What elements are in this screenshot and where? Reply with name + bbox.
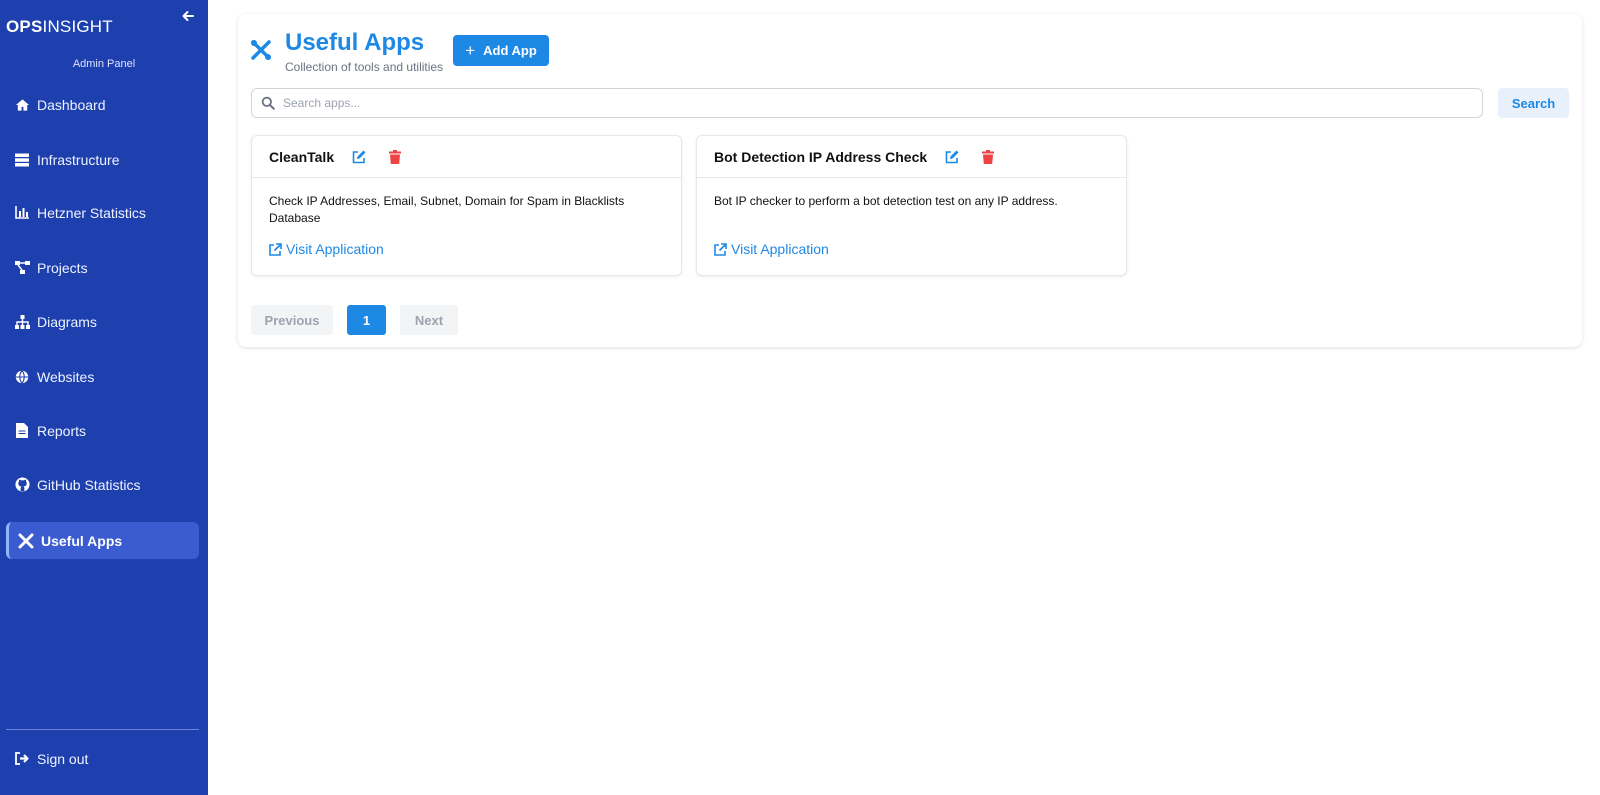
add-app-label: Add App: [483, 43, 537, 58]
search-box: [251, 88, 1483, 118]
visit-application-label: Visit Application: [731, 241, 829, 257]
bar-chart-icon: [14, 205, 30, 221]
sidebar-item-useful-apps[interactable]: Useful Apps: [6, 522, 199, 559]
sidebar-item-label: Infrastructure: [37, 151, 120, 168]
app-card: CleanTalk Check IP Addresses, Email, Sub…: [251, 135, 682, 276]
visit-application-link[interactable]: Visit Application: [269, 241, 384, 257]
app-card-description: Bot IP checker to perform a bot detectio…: [714, 194, 1058, 208]
external-link-icon: [269, 242, 282, 256]
sidebar-item-dashboard[interactable]: Dashboard: [6, 86, 199, 123]
external-link-icon: [714, 242, 727, 256]
sitemap-icon: [14, 314, 30, 330]
sidebar-item-hetzner-statistics[interactable]: Hetzner Statistics: [6, 194, 199, 231]
sidebar-item-label: Reports: [37, 422, 87, 439]
page-subtitle: Collection of tools and utilities: [285, 60, 444, 74]
search-icon: [261, 96, 275, 110]
tools-icon: [251, 40, 271, 60]
signout-button[interactable]: Sign out: [6, 740, 199, 777]
visit-application-label: Visit Application: [286, 241, 384, 257]
signout-label: Sign out: [37, 750, 89, 767]
page-number-button[interactable]: 1: [347, 305, 386, 335]
server-icon: [14, 152, 30, 168]
sidebar-item-label: Hetzner Statistics: [37, 204, 146, 221]
sidebar-item-label: Websites: [37, 368, 95, 385]
sidebar-subtitle: Admin Panel: [72, 58, 136, 70]
app-card-title: CleanTalk: [269, 148, 335, 165]
sidebar-item-github-statistics[interactable]: GitHub Statistics: [6, 466, 199, 503]
sidebar-item-label: Projects: [37, 259, 88, 276]
sidebar-item-label: Dashboard: [37, 96, 106, 113]
sidebar: OPSINSIGHT Admin Panel Dashboard Infrast…: [0, 0, 208, 795]
globe-icon: [14, 369, 30, 385]
home-icon: [14, 97, 30, 113]
sidebar-item-websites[interactable]: Websites: [6, 358, 199, 395]
add-app-button[interactable]: + Add App: [453, 35, 549, 66]
app-card-title: Bot Detection IP Address Check: [714, 148, 928, 165]
edit-icon[interactable]: [945, 150, 959, 164]
sidebar-item-label: GitHub Statistics: [37, 476, 141, 493]
sidebar-item-diagrams[interactable]: Diagrams: [6, 303, 199, 340]
sidebar-item-label: Useful Apps: [41, 532, 123, 549]
useful-apps-panel: Useful Apps Collection of tools and util…: [238, 14, 1582, 347]
search-input[interactable]: [283, 96, 1482, 110]
app-card-header: Bot Detection IP Address Check: [697, 136, 1126, 178]
page-title: Useful Apps: [285, 29, 425, 56]
plus-icon: +: [465, 41, 476, 60]
project-diagram-icon: [14, 260, 30, 276]
sidebar-divider: [6, 729, 199, 730]
sidebar-item-reports[interactable]: Reports: [6, 412, 199, 449]
sidebar-item-projects[interactable]: Projects: [6, 249, 199, 286]
trash-icon[interactable]: [981, 149, 995, 164]
sidebar-item-label: Diagrams: [37, 313, 97, 330]
next-page-button[interactable]: Next: [400, 305, 458, 335]
visit-application-link[interactable]: Visit Application: [714, 241, 829, 257]
app-card-description: Check IP Addresses, Email, Subnet, Domai…: [269, 194, 625, 225]
sign-out-icon: [14, 751, 30, 767]
arrow-left-icon[interactable]: [180, 8, 196, 24]
search-button[interactable]: Search: [1498, 88, 1569, 118]
app-card: Bot Detection IP Address Check Bot IP ch…: [696, 135, 1127, 276]
previous-page-button[interactable]: Previous: [251, 305, 333, 335]
github-icon: [14, 477, 30, 493]
brand-logo: OPSINSIGHT: [6, 17, 113, 36]
app-card-header: CleanTalk: [252, 136, 681, 178]
tools-icon: [18, 533, 34, 549]
sidebar-item-infrastructure[interactable]: Infrastructure: [6, 141, 199, 178]
edit-icon[interactable]: [352, 150, 366, 164]
trash-icon[interactable]: [388, 149, 402, 164]
file-icon: [14, 423, 30, 439]
